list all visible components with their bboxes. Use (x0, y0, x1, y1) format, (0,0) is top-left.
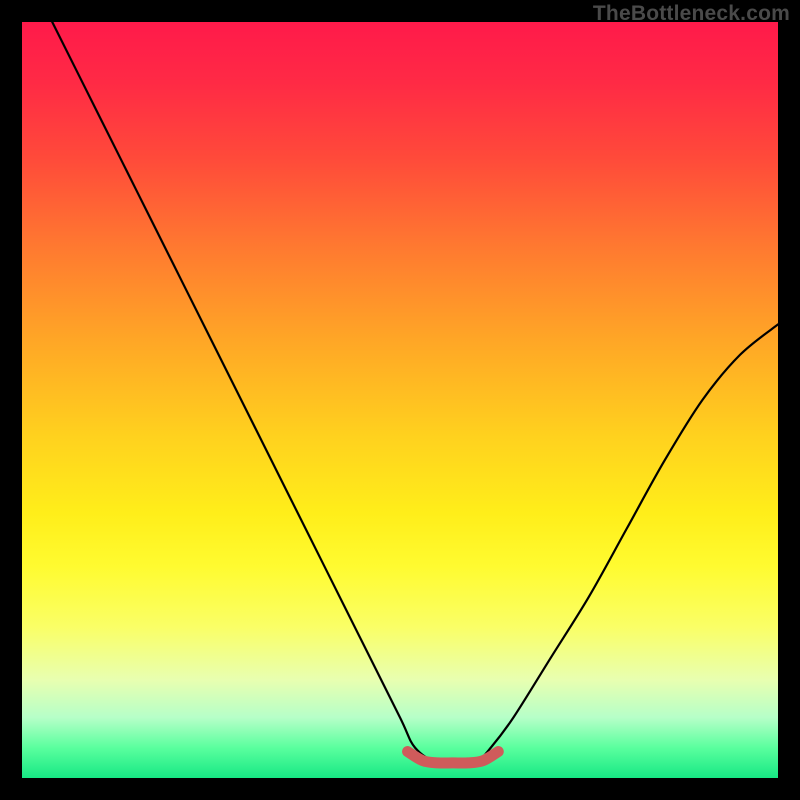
bottleneck-curve-line (52, 22, 778, 764)
curve-overlay (22, 22, 778, 778)
watermark-text: TheBottleneck.com (593, 2, 790, 26)
